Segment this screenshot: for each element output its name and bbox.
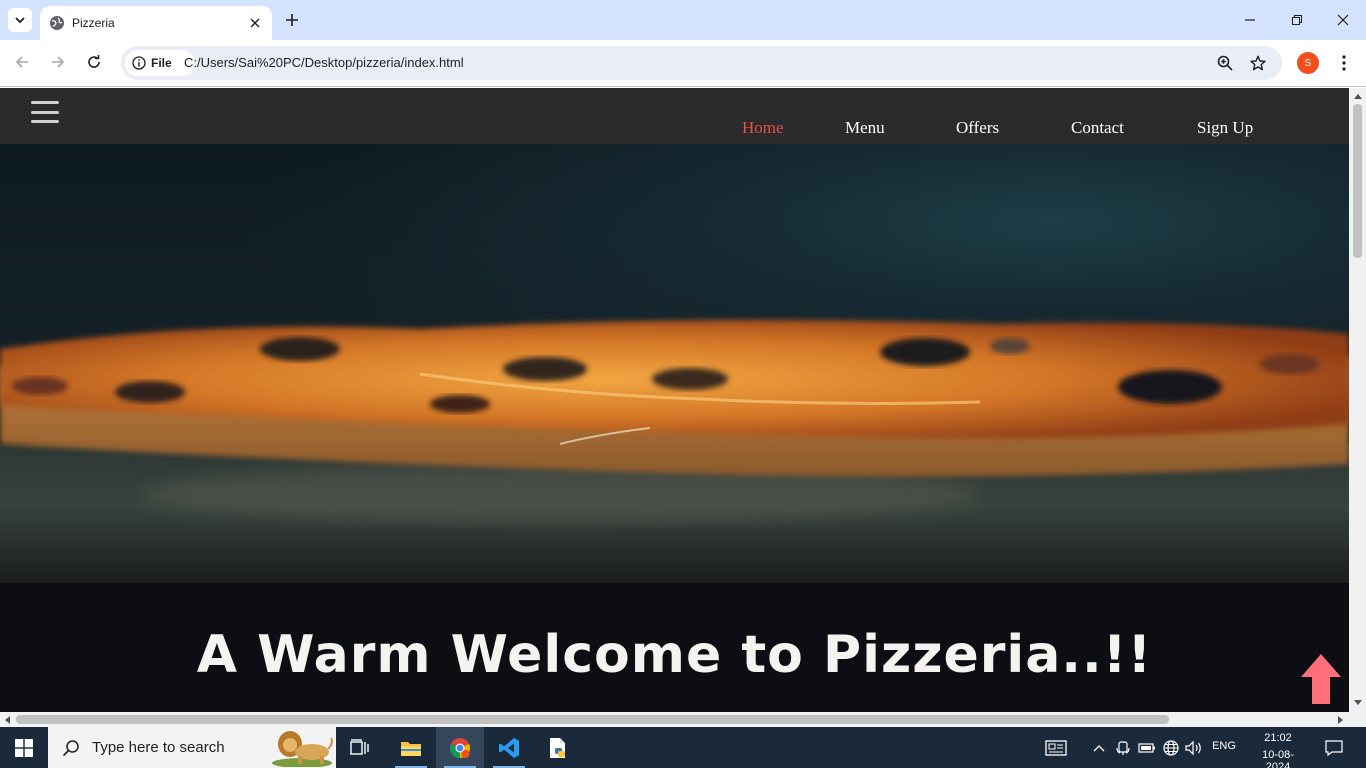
file-explorer-button[interactable] [387,727,435,768]
scroll-up-icon[interactable] [1349,89,1366,103]
start-button[interactable] [0,727,48,768]
horizontal-scrollbar[interactable] [0,712,1349,727]
browser-tab-strip: Pizzeria [0,0,1366,40]
python-file-icon [550,737,565,758]
vscode-icon [499,737,519,758]
task-view-button[interactable] [336,727,384,768]
clock-time[interactable]: 21:02 [1250,732,1306,744]
restore-button[interactable] [1287,10,1307,30]
back-button[interactable] [12,52,32,72]
horizontal-scroll-thumb[interactable] [16,715,1169,724]
url-text[interactable]: C:/Users/Sai%20PC/Desktop/pizzeria/index… [184,55,464,70]
news-widget-icon[interactable] [1044,739,1068,757]
more-menu-icon[interactable] [1334,52,1354,74]
volume-icon[interactable] [1185,739,1203,757]
search-placeholder: Type here to search [92,739,225,756]
windows-logo-icon [15,738,33,757]
arrow-left-icon [15,56,28,68]
minimize-button[interactable] [1240,10,1260,30]
globe-icon [49,15,65,31]
arrow-right-icon [52,56,65,68]
site-navbar: Home Menu Offers Contact Sign Up [0,88,1349,144]
search-icon [62,739,79,756]
address-bar[interactable]: File C:/Users/Sai%20PC/Desktop/pizzeria/… [121,46,1282,80]
page-viewport: Home Menu Offers Contact Sign Up A Warm … [0,88,1349,712]
taskbar-search-box[interactable]: Type here to search [48,727,336,768]
reload-button[interactable] [84,52,104,72]
chevron-down-icon [15,17,25,24]
hero-pizza-image [0,144,1349,583]
windows-taskbar: Type here to search ENG 21:02 10-08-2024 [0,727,1366,768]
new-tab-button[interactable] [282,10,302,30]
notifications-icon[interactable] [1324,739,1344,757]
python-taskbar-button[interactable] [534,727,582,768]
plus-icon [286,14,298,26]
nav-link-menu[interactable]: Menu [845,118,885,138]
lion-illustration-icon [272,731,333,767]
profile-avatar[interactable]: S [1297,52,1319,74]
browser-toolbar: File C:/Users/Sai%20PC/Desktop/pizzeria/… [0,40,1366,87]
hamburger-menu-icon[interactable] [31,101,59,123]
info-icon [132,56,146,70]
bookmark-star-icon[interactable] [1249,54,1267,72]
task-view-icon [350,738,369,755]
welcome-heading: A Warm Welcome to Pizzeria..!! [196,625,1153,685]
clock-date[interactable]: 10-08-2024 [1250,749,1306,768]
nav-link-home[interactable]: Home [742,118,784,138]
battery-icon[interactable] [1138,739,1156,757]
scroll-to-top-button[interactable] [1300,653,1342,705]
folder-icon [401,741,421,756]
reload-icon [88,55,100,68]
restore-icon [1292,15,1302,25]
nav-link-offers[interactable]: Offers [956,118,999,138]
arrow-up-icon [1301,654,1341,704]
welcome-section: A Warm Welcome to Pizzeria..!! [0,583,1349,712]
close-window-button[interactable] [1333,10,1353,30]
scroll-down-icon[interactable] [1349,696,1366,710]
chrome-taskbar-button[interactable] [436,727,484,768]
close-tab-icon[interactable] [247,15,263,31]
tab-search-button[interactable] [8,8,32,32]
tab-pizzeria[interactable]: Pizzeria [40,6,272,40]
zoom-icon[interactable] [1216,54,1234,72]
vertical-scroll-thumb[interactable] [1353,104,1362,258]
language-indicator[interactable]: ENG [1210,740,1238,752]
nav-link-signup[interactable]: Sign Up [1197,118,1253,138]
network-globe-icon[interactable] [1162,739,1180,757]
vertical-scrollbar[interactable] [1349,88,1366,712]
scroll-right-icon[interactable] [1334,713,1348,727]
site-chip-label: File [151,56,172,70]
chrome-icon [449,737,471,758]
tab-title: Pizzeria [72,16,115,30]
forward-button[interactable] [48,52,68,72]
scroll-left-icon[interactable] [0,713,14,727]
scrollbar-corner [1349,712,1366,727]
nav-link-contact[interactable]: Contact [1071,118,1124,138]
vscode-taskbar-button[interactable] [485,727,533,768]
close-icon [1337,14,1349,26]
show-hidden-icons-icon[interactable] [1090,739,1108,757]
minimize-icon [1245,19,1255,21]
meet-now-icon[interactable] [1114,739,1132,757]
